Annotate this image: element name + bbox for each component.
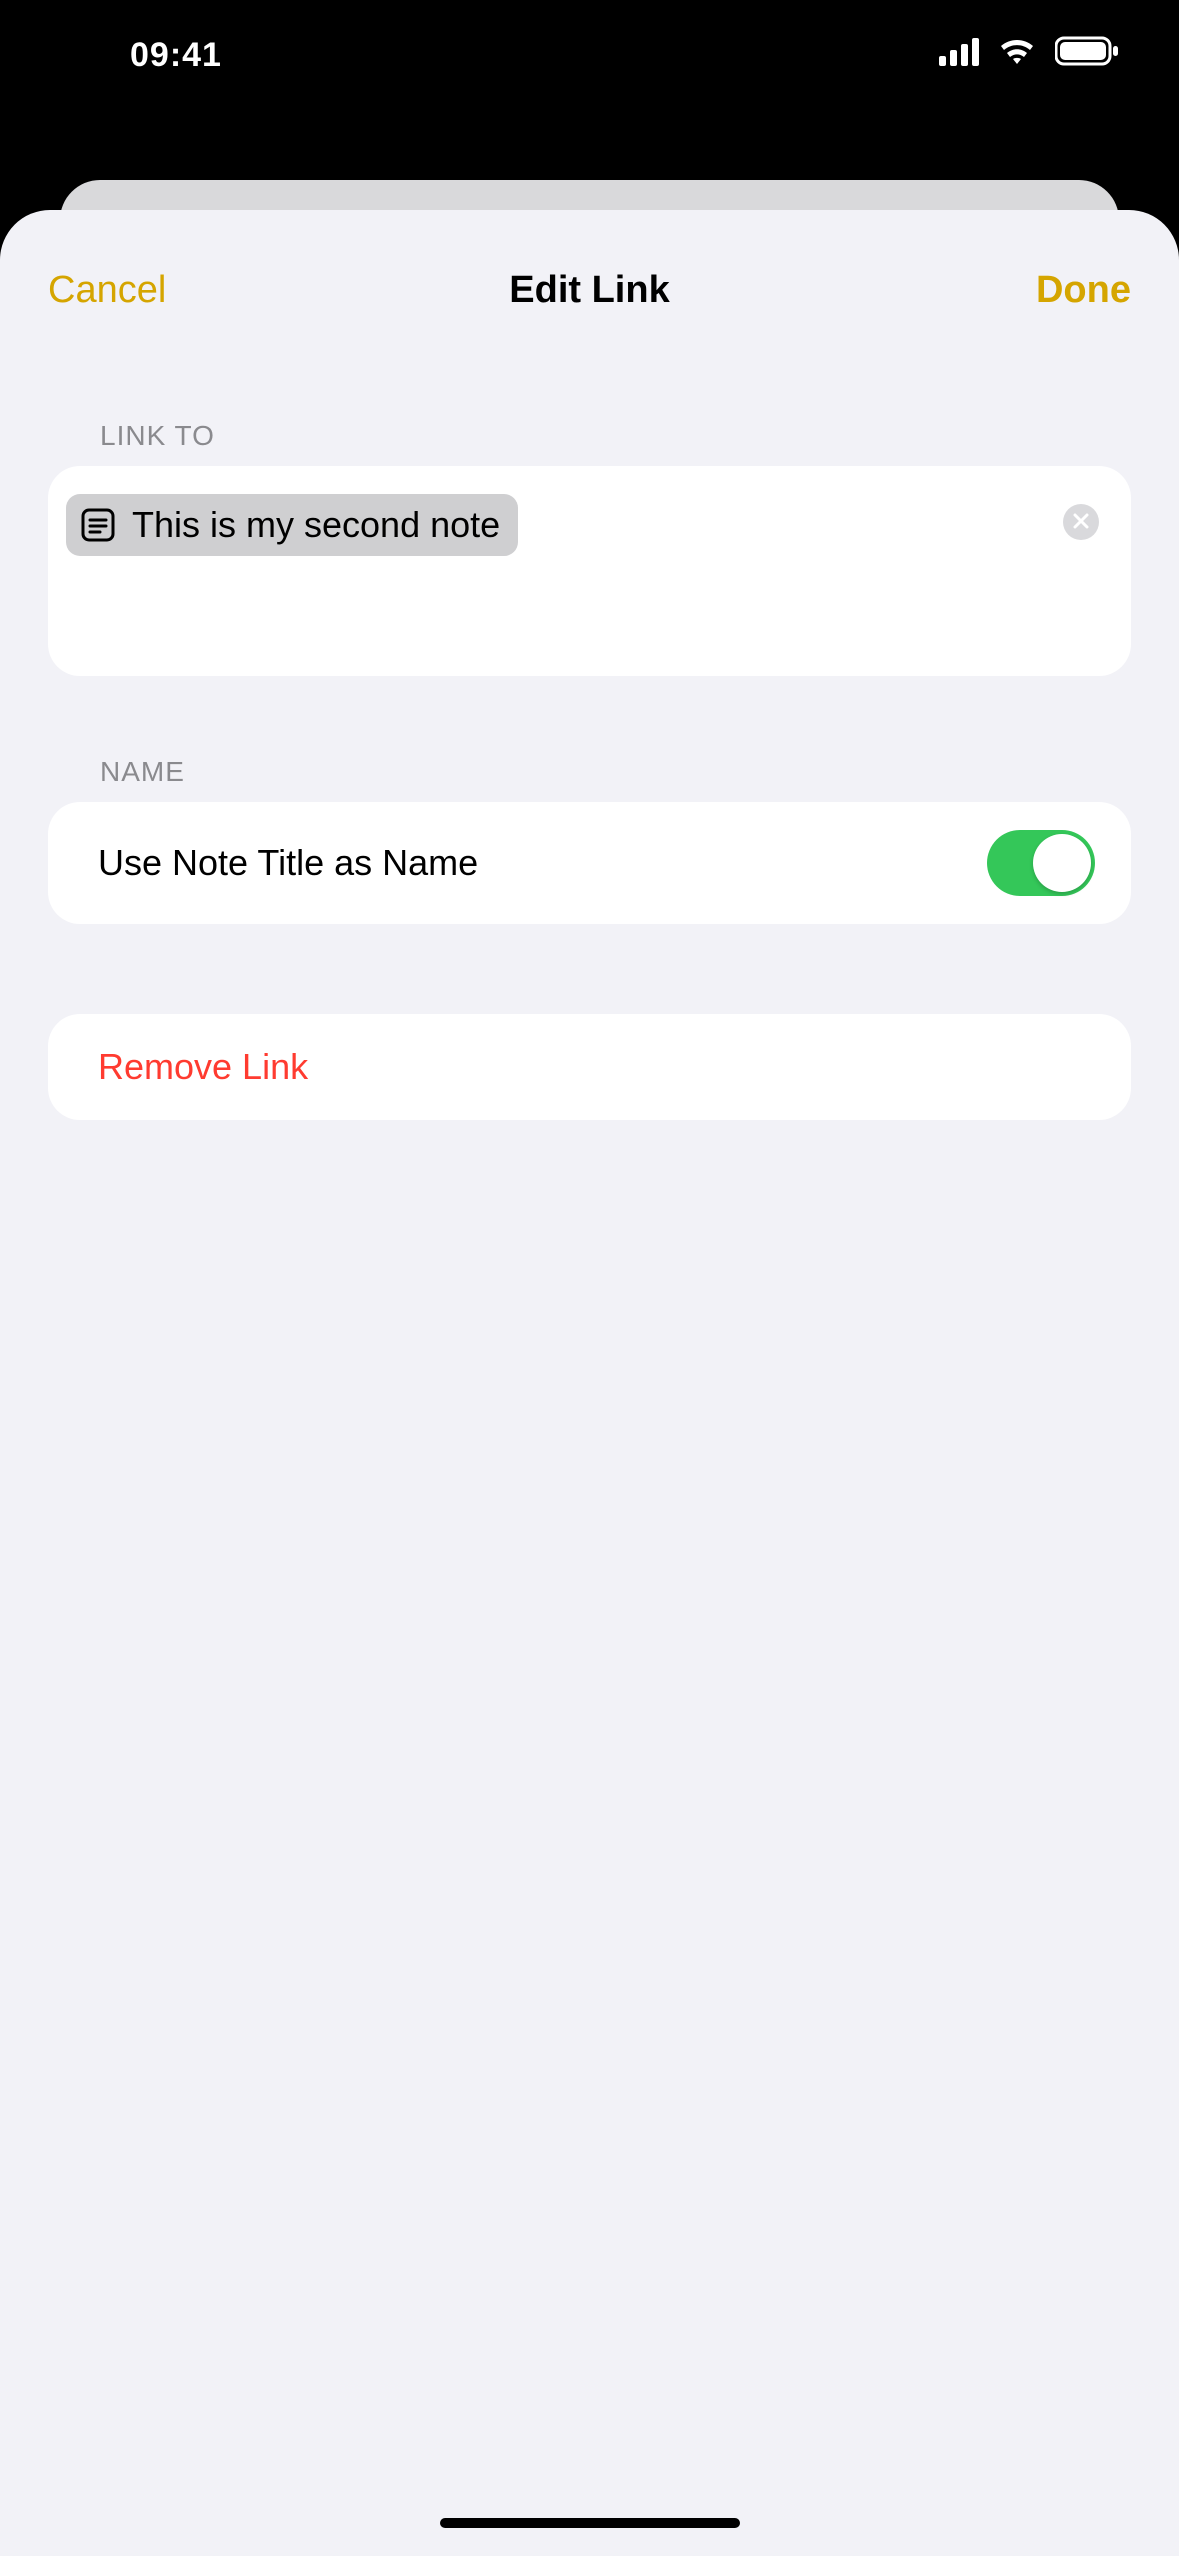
done-button[interactable]: Done [971, 269, 1131, 312]
cancel-button[interactable]: Cancel [48, 269, 208, 312]
status-bar: 09:41 [0, 0, 1179, 110]
link-to-field[interactable]: This is my second note [48, 466, 1131, 676]
status-indicators [939, 36, 1119, 75]
home-indicator[interactable] [440, 2518, 740, 2528]
modal-header: Cancel Edit Link Done [0, 250, 1179, 330]
close-icon [1073, 509, 1089, 535]
use-note-title-toggle[interactable] [987, 830, 1095, 896]
battery-icon [1055, 36, 1119, 75]
toggle-knob [1033, 834, 1091, 892]
edit-link-modal: Cancel Edit Link Done LINK TO This is my… [0, 210, 1179, 2556]
use-note-title-row: Use Note Title as Name [48, 802, 1131, 924]
name-section-label: NAME [0, 756, 1179, 788]
modal-title: Edit Link [509, 269, 669, 312]
clear-link-button[interactable] [1063, 504, 1099, 540]
wifi-icon [997, 36, 1037, 75]
linked-note-chip[interactable]: This is my second note [66, 494, 518, 556]
status-time: 09:41 [130, 36, 222, 75]
remove-link-label: Remove Link [98, 1046, 308, 1087]
linked-note-title: This is my second note [132, 504, 500, 546]
use-note-title-label: Use Note Title as Name [98, 842, 478, 884]
cellular-icon [939, 36, 979, 75]
remove-link-button[interactable]: Remove Link [48, 1014, 1131, 1120]
note-icon [78, 505, 118, 545]
link-to-section-label: LINK TO [0, 420, 1179, 452]
